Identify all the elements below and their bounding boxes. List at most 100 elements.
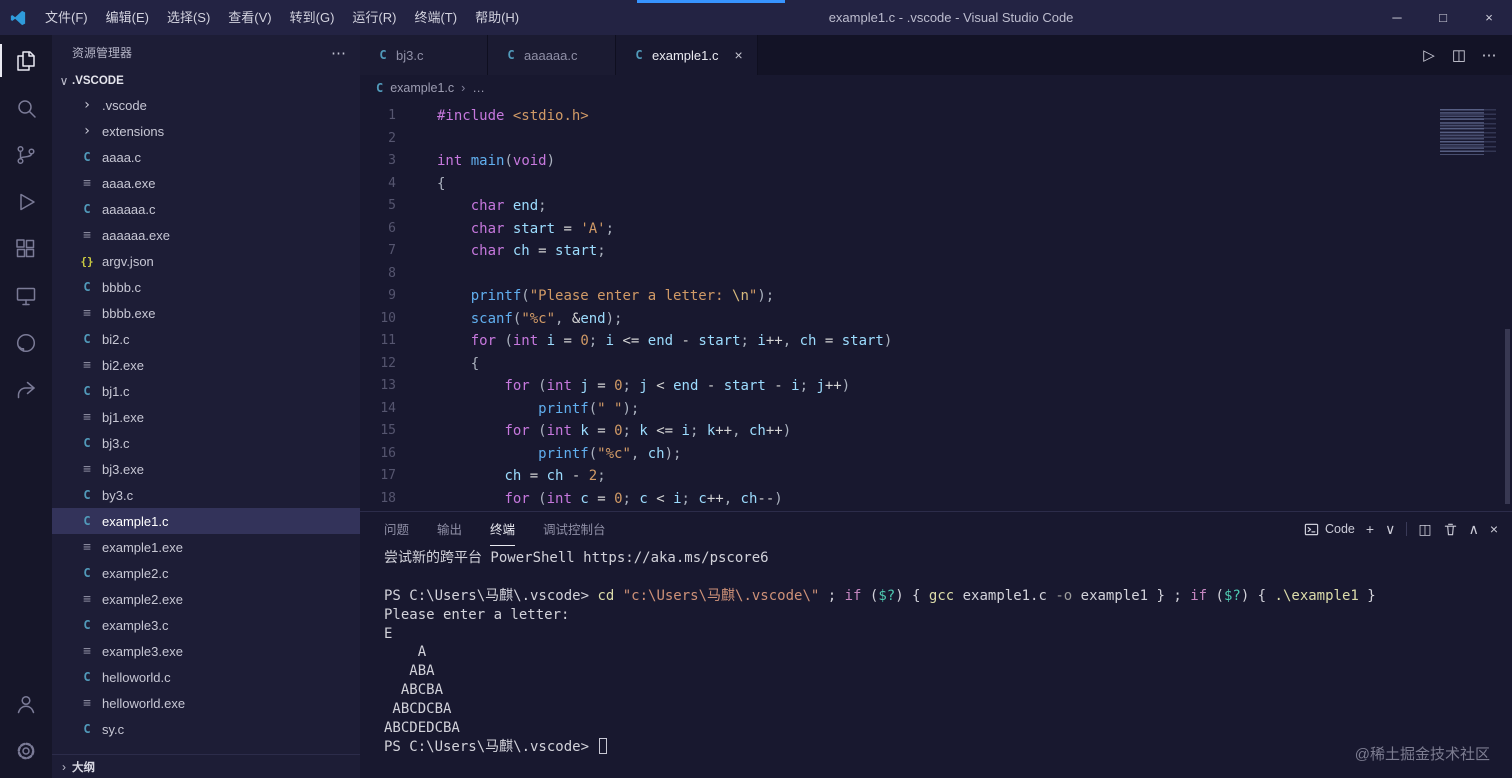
close-tab-icon[interactable]: × — [734, 47, 742, 63]
file-item-example2.exe[interactable]: ≡ example2.exe — [52, 586, 360, 612]
panel-tab-debug-console[interactable]: 调试控制台 — [543, 512, 606, 546]
activity-bar — [0, 35, 52, 778]
file-item-example3.c[interactable]: Cexample3.c — [52, 612, 360, 638]
file-item-label: helloworld.exe — [102, 695, 186, 711]
file-item-aaaaaa.c[interactable]: Caaaaaa.c — [52, 196, 360, 222]
menu-selection[interactable]: 选择(S) — [158, 0, 219, 35]
menu-view[interactable]: 查看(V) — [219, 0, 280, 35]
more-actions-icon[interactable]: ⋯ — [1474, 46, 1504, 64]
terminal-line: ABCDCBA — [384, 701, 452, 718]
file-item-bj3.c[interactable]: Cbj3.c — [52, 430, 360, 456]
editor-tab-bar: Cbj3.c Caaaaaa.c Cexample1.c × ▷ ◫ ⋯ — [360, 35, 1512, 75]
close-window-icon[interactable]: × — [1466, 0, 1512, 35]
code-text: #include <stdio.h> — [437, 108, 589, 124]
terminal-dropdown-icon[interactable]: ∨ — [1385, 521, 1395, 538]
c-file-icon: C — [83, 150, 91, 164]
explorer-icon[interactable] — [0, 37, 52, 84]
code-line: 4{ — [360, 173, 1512, 196]
breadcrumb[interactable]: C example1.c › … — [360, 75, 1512, 101]
terminal-profile[interactable]: Code — [1304, 522, 1355, 537]
terminal-icon — [1304, 523, 1319, 535]
file-item-example1.exe[interactable]: ≡ example1.exe — [52, 534, 360, 560]
menu-go[interactable]: 转到(G) — [281, 0, 344, 35]
folder-section-label: .VSCODE — [72, 75, 124, 87]
file-item-example2.c[interactable]: Cexample2.c — [52, 560, 360, 586]
code-line: 6 char start = 'A'; — [360, 218, 1512, 241]
terminal-line: ABA — [384, 663, 435, 680]
folder-section-header[interactable]: ∨ .VSCODE — [52, 70, 360, 92]
c-file-icon: C — [83, 618, 91, 632]
terminal-output[interactable]: 尝试新的跨平台 PowerShell https://aka.ms/pscore… — [360, 546, 1512, 778]
run-file-icon[interactable]: ▷ — [1414, 46, 1444, 64]
split-terminal-icon[interactable]: ◫ — [1418, 521, 1431, 538]
menu-help[interactable]: 帮助(H) — [466, 0, 528, 35]
panel-tab-terminal[interactable]: 终端 — [490, 512, 516, 546]
file-item-bj3.exe[interactable]: ≡ bj3.exe — [52, 456, 360, 482]
file-item-example1.c[interactable]: Cexample1.c — [52, 508, 360, 534]
watermark: @稀土掘金技术社区 — [1354, 746, 1490, 763]
maximize-panel-icon[interactable]: ∧ — [1469, 521, 1479, 538]
tab-aaaaaa.c[interactable]: Caaaaaa.c — [488, 35, 616, 75]
file-item-aaaaaa.exe[interactable]: ≡ aaaaaa.exe — [52, 222, 360, 248]
panel-tab-output[interactable]: 输出 — [437, 512, 462, 546]
live-share-icon[interactable] — [0, 366, 52, 413]
menu-file[interactable]: 文件(F) — [36, 0, 97, 35]
extensions-icon[interactable] — [0, 225, 52, 272]
minimize-icon[interactable]: ─ — [1374, 0, 1420, 35]
exe-file-icon: ≡ — [83, 409, 91, 425]
file-item-bj1.exe[interactable]: ≡ bj1.exe — [52, 404, 360, 430]
file-item-label: helloworld.c — [102, 669, 171, 685]
more-actions-icon[interactable]: ⋯ — [331, 44, 346, 62]
file-item-bi2.exe[interactable]: ≡ bi2.exe — [52, 352, 360, 378]
vscode-window: 文件(F) 编辑(E) 选择(S) 查看(V) 转到(G) 运行(R) 终端(T) 帮助(H)… — [0, 0, 1512, 778]
tab-bj3.c[interactable]: Cbj3.c — [360, 35, 488, 75]
breadcrumb-file: example1.c — [390, 81, 455, 95]
file-item-by3.c[interactable]: Cby3.c — [52, 482, 360, 508]
source-control-icon[interactable] — [0, 131, 52, 178]
file-item-label: aaaaaa.exe — [102, 227, 170, 243]
file-item-extensions[interactable]: › extensions — [52, 118, 360, 144]
split-editor-icon[interactable]: ◫ — [1444, 46, 1474, 64]
file-item-argv.json[interactable]: {} argv.json — [52, 248, 360, 274]
code-text: printf("%c", ch); — [538, 445, 682, 462]
close-panel-icon[interactable]: × — [1490, 521, 1498, 537]
run-and-debug-icon[interactable] — [0, 178, 52, 225]
file-item-helloworld.c[interactable]: Chelloworld.c — [52, 664, 360, 690]
menu-run[interactable]: 运行(R) — [343, 0, 405, 35]
tab-example1.c[interactable]: Cexample1.c × — [616, 35, 758, 75]
search-icon[interactable] — [0, 84, 52, 131]
new-terminal-icon[interactable]: + — [1366, 521, 1374, 537]
settings-gear-icon[interactable] — [0, 727, 52, 774]
menu-edit[interactable]: 编辑(E) — [97, 0, 158, 35]
account-icon[interactable] — [0, 680, 52, 727]
file-item-.vscode[interactable]: › .vscode — [52, 92, 360, 118]
outline-section[interactable]: › 大纲 — [52, 754, 360, 778]
remote-explorer-icon[interactable] — [0, 272, 52, 319]
file-item-bbbb.exe[interactable]: ≡ bbbb.exe — [52, 300, 360, 326]
editor-scrollbar[interactable] — [1505, 329, 1510, 504]
file-item-sy.c[interactable]: Csy.c — [52, 716, 360, 742]
maximize-icon[interactable]: □ — [1420, 0, 1466, 35]
line-number: 4 — [388, 175, 396, 191]
file-item-bi2.c[interactable]: Cbi2.c — [52, 326, 360, 352]
file-item-bj1.c[interactable]: Cbj1.c — [52, 378, 360, 404]
github-icon[interactable] — [0, 319, 52, 366]
file-item-aaaa.exe[interactable]: ≡ aaaa.exe — [52, 170, 360, 196]
code-line: 12 { — [360, 353, 1512, 376]
code-editor[interactable]: 1 #include <stdio.h> 2 3 int main(void) 4{5 c… — [360, 101, 1512, 511]
terminal-line: Please enter a letter: — [384, 606, 578, 623]
file-item-label: example1.exe — [102, 539, 183, 555]
code-text: char ch = start; — [470, 243, 606, 259]
file-item-helloworld.exe[interactable]: ≡ helloworld.exe — [52, 690, 360, 716]
file-item-bbbb.c[interactable]: Cbbbb.c — [52, 274, 360, 300]
file-item-label: example2.exe — [102, 591, 183, 607]
file-item-example3.exe[interactable]: ≡ example3.exe — [52, 638, 360, 664]
exe-file-icon: ≡ — [83, 461, 91, 477]
kill-terminal-icon[interactable] — [1443, 522, 1458, 537]
menu-terminal[interactable]: 终端(T) — [405, 0, 466, 35]
minimap[interactable] — [1440, 109, 1496, 155]
file-item-aaaa.c[interactable]: Caaaa.c — [52, 144, 360, 170]
panel-tab-problems[interactable]: 问题 — [384, 512, 409, 546]
file-item-label: example3.exe — [102, 643, 183, 659]
